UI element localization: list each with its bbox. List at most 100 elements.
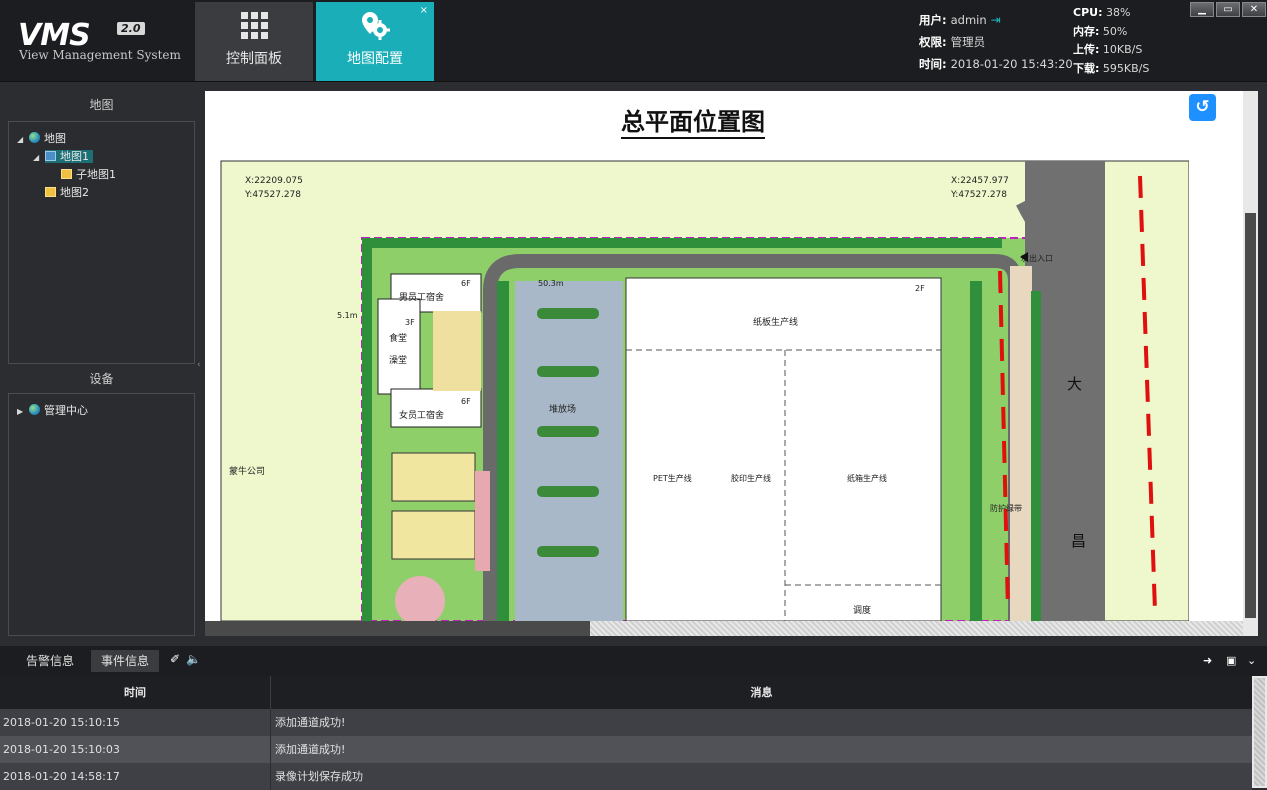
role-label: 权限:: [919, 35, 947, 49]
tab-map-config[interactable]: × 地图配置: [316, 2, 434, 81]
expand-arrow-icon[interactable]: ◢: [33, 149, 45, 167]
map-label-company: 蒙牛公司: [229, 465, 265, 477]
row-message: 添加通道成功!: [275, 716, 346, 729]
table-header: 时间 消息: [0, 676, 1252, 709]
tree-item-map-root[interactable]: ◢ 地图: [17, 130, 116, 148]
tab-label: 地图配置: [347, 51, 403, 67]
map-label-cardboard-line: 纸板生产线: [753, 316, 798, 328]
tree-item-submap1[interactable]: 子地图1: [17, 166, 116, 184]
column-message[interactable]: 消息: [271, 676, 1252, 709]
map-horizontal-scrollbar[interactable]: [205, 621, 1243, 636]
map-label-road-2: 昌: [1071, 532, 1086, 550]
map-panel-title: 地图: [89, 98, 114, 112]
globe-icon: [29, 404, 40, 415]
column-time[interactable]: 时间: [0, 676, 271, 709]
clear-log-icon[interactable]: ✐: [170, 652, 180, 666]
minimize-icon[interactable]: ▁: [1190, 2, 1214, 17]
map-tree: ◢ 地图 ◢ 地图1 子地图1 地图2: [17, 130, 116, 202]
download-value: 595KB/S: [1102, 61, 1150, 75]
map-label-dispatch: 调度: [853, 604, 871, 616]
tab-dashboard[interactable]: 控制面板: [195, 2, 313, 81]
expand-arrow-icon[interactable]: ◢: [17, 131, 29, 149]
coord-right-x: X:22457.977: [951, 176, 1009, 186]
role-value: 管理员: [950, 35, 986, 49]
map-label-female-dorm: 女员工宿舍: [399, 409, 444, 421]
tab-label: 控制面板: [226, 51, 282, 67]
map-settings-icon: [316, 10, 434, 40]
time-label: 时间:: [919, 57, 947, 71]
globe-icon: [29, 132, 40, 143]
tree-item-label: 子地图1: [76, 168, 116, 181]
logout-icon[interactable]: ⇥: [991, 9, 1001, 31]
map-label-male-dorm-floors: 6F: [461, 279, 471, 288]
tab-event-info[interactable]: 事件信息: [91, 650, 160, 672]
table-row[interactable]: 2018-01-20 15:10:03 添加通道成功!: [0, 736, 1252, 763]
tree-item-map2[interactable]: 地图2: [17, 184, 116, 202]
user-value: admin: [950, 13, 987, 27]
map-title: 总平面位置图: [621, 107, 765, 139]
map-label-box-line: 纸箱生产线: [847, 473, 887, 483]
device-tree: ▶ 管理中心: [17, 402, 88, 420]
upload-value: 10KB/S: [1102, 43, 1143, 56]
log-vertical-scrollbar[interactable]: [1252, 676, 1267, 788]
map-label-storage-yard: 堆放场: [549, 403, 576, 415]
download-label: 下载:: [1073, 61, 1100, 75]
tree-item-label: 地图1: [60, 150, 89, 163]
map-label-canteen-floors: 3F: [405, 318, 415, 327]
grid-icon: [195, 10, 313, 40]
map-label-road-1: 大: [1067, 375, 1082, 393]
mem-label: 内存:: [1073, 24, 1100, 38]
system-stats: CPU: 38% 内存: 50% 上传: 10KB/S 下载: 595KB/S: [1073, 4, 1149, 78]
device-tree-panel: ▶ 管理中心: [8, 393, 195, 636]
user-info: 用户: admin ⇥ 权限: 管理员 时间: 2018-01-20 15:43:20: [919, 9, 1073, 75]
row-time: 2018-01-20 14:58:17: [0, 763, 271, 790]
site-plan-map[interactable]: X:22209.075 Y:47527.278 X:22457.977 Y:47…: [205, 91, 1189, 621]
map-label-dim2: 50.3m: [538, 279, 564, 288]
map-label-canteen: 食堂: [389, 332, 407, 344]
tab-alarm-info[interactable]: 告警信息: [16, 650, 84, 672]
row-message: 添加通道成功!: [275, 743, 346, 756]
top-header: VMS 2.0 View Management System 控制面板 × 地图…: [0, 0, 1267, 82]
maximize-panel-icon[interactable]: ▣: [1226, 654, 1236, 667]
coord-left-y: Y:47527.278: [244, 190, 301, 200]
map-label-male-dorm: 男员工宿舍: [399, 291, 444, 303]
table-row[interactable]: 2018-01-20 15:10:15 添加通道成功!: [0, 709, 1252, 736]
map-tree-panel: ◢ 地图 ◢ 地图1 子地图1 地图2: [8, 121, 195, 364]
row-time: 2018-01-20 15:10:15: [0, 709, 271, 736]
table-row[interactable]: 2018-01-20 14:58:17 录像计划保存成功: [0, 763, 1252, 790]
user-label: 用户:: [919, 13, 947, 27]
logo-subtitle: View Management System: [19, 48, 181, 62]
coord-left-x: X:22209.075: [245, 176, 303, 186]
expand-arrow-icon[interactable]: ▶: [17, 403, 29, 421]
collapse-panel-handle[interactable]: ‹: [197, 355, 203, 375]
tree-item-label: 管理中心: [44, 404, 88, 417]
tree-item-map1[interactable]: ◢ 地图1: [17, 148, 116, 166]
map-vertical-scrollbar[interactable]: [1243, 91, 1258, 621]
map-viewer[interactable]: X:22209.075 Y:47527.278 X:22457.977 Y:47…: [205, 91, 1258, 636]
window-controls: ▁ ▭ ✕: [1190, 2, 1266, 17]
collapse-panel-icon[interactable]: ⌄: [1247, 654, 1256, 667]
mem-value: 50%: [1102, 24, 1128, 38]
map-label-factory-floors: 2F: [915, 284, 925, 293]
bottom-toolbar: 告警信息 事件信息 ✐ 🔈 ➜ ▣ ⌄: [0, 646, 1267, 676]
scroll-corner: [1243, 621, 1258, 636]
scroll-thumb[interactable]: [590, 621, 1243, 636]
map-file-icon: [45, 187, 56, 197]
tree-item-management-center[interactable]: ▶ 管理中心: [17, 402, 88, 420]
event-log-table: 时间 消息 2018-01-20 15:10:15 添加通道成功! 2018-0…: [0, 676, 1252, 790]
coord-right-y: Y:47527.278: [950, 190, 1007, 200]
map-label-female-dorm-floors: 6F: [461, 397, 471, 406]
restore-icon[interactable]: ▭: [1216, 2, 1240, 17]
map-label-green-belt: 防护绿带: [990, 503, 1022, 513]
cpu-label: CPU:: [1073, 6, 1103, 19]
tree-item-label: 地图2: [60, 186, 89, 199]
time-value: 2018-01-20 15:43:20: [950, 57, 1073, 71]
device-panel-title: 设备: [89, 372, 114, 386]
logo-version: 2.0: [117, 22, 145, 35]
scroll-thumb[interactable]: [1245, 213, 1256, 618]
reset-view-icon[interactable]: ↺: [1189, 94, 1216, 121]
close-icon[interactable]: ✕: [1242, 2, 1266, 17]
scroll-thumb[interactable]: [1254, 678, 1265, 786]
pin-icon[interactable]: ➜: [1203, 654, 1212, 667]
sound-icon[interactable]: 🔈: [186, 652, 201, 666]
